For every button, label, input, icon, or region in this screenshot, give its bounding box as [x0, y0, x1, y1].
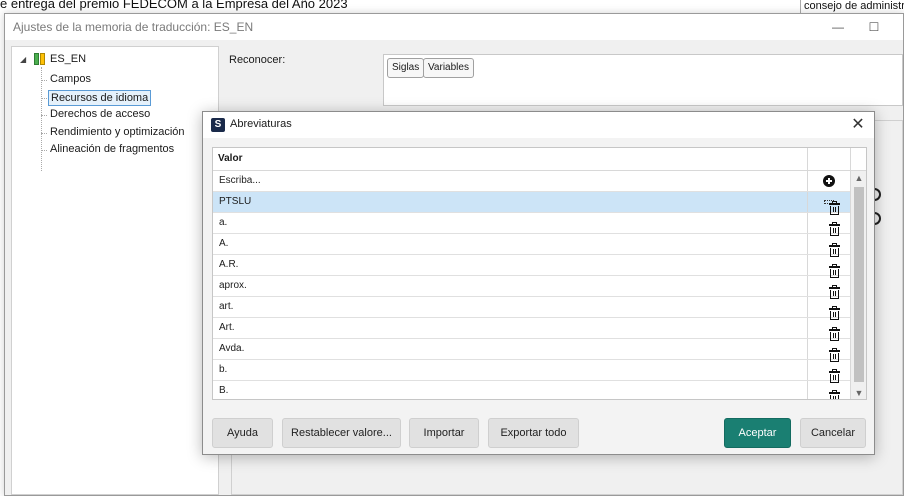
- table-row[interactable]: Art.: [213, 318, 850, 341]
- reset-values-button[interactable]: Restablecer valore...: [282, 418, 401, 448]
- abbreviation-value[interactable]: Avda.: [213, 339, 807, 359]
- tree-guide-line: [41, 67, 42, 171]
- background-heading-text: e entrega del premio FEDECOM a la Empres…: [0, 0, 348, 11]
- delete-entry-button[interactable]: [807, 234, 850, 257]
- tree-guide-branch: [41, 133, 47, 134]
- new-entry-row: Escriba...: [213, 171, 850, 192]
- abbreviation-value[interactable]: Art.: [213, 318, 807, 338]
- delete-entry-button[interactable]: [807, 318, 850, 341]
- table-row[interactable]: b.: [213, 360, 850, 383]
- tree-guide-branch: [41, 115, 47, 116]
- tag-siglas[interactable]: Siglas: [387, 58, 425, 78]
- dialog-titlebar[interactable]: S Abreviaturas ✕: [203, 112, 874, 138]
- tag-variables[interactable]: Variables: [423, 58, 474, 78]
- tree-root-item[interactable]: ◢ ES_EN: [20, 53, 86, 65]
- abbreviation-value[interactable]: b.: [213, 360, 807, 380]
- tree-item-recursos-de-idioma[interactable]: Recursos de idioma: [48, 90, 152, 106]
- maximize-icon[interactable]: ☐: [863, 18, 885, 36]
- table-row[interactable]: A.: [213, 234, 850, 257]
- add-entry-button[interactable]: [807, 171, 850, 191]
- delete-entry-button[interactable]: [807, 360, 850, 383]
- delete-entry-button[interactable]: [807, 255, 850, 278]
- table-row[interactable]: PTSLU: [213, 192, 850, 215]
- tree-guide-branch: [41, 80, 47, 81]
- delete-entry-button[interactable]: [807, 339, 850, 362]
- scroll-up-icon[interactable]: ▲: [851, 171, 866, 185]
- import-button[interactable]: Importar: [409, 418, 479, 448]
- tree-item-derechos-de-acceso[interactable]: Derechos de acceso: [48, 107, 152, 123]
- dialog-title: Abreviaturas: [230, 118, 292, 130]
- reconocer-label: Reconocer:: [229, 54, 286, 66]
- tree-collapse-icon[interactable]: ◢: [20, 55, 30, 64]
- tree-item-campos[interactable]: Campos: [48, 72, 93, 88]
- tree-item-alineacion[interactable]: Alineación de fragmentos: [48, 142, 176, 158]
- abbreviation-value[interactable]: A.: [213, 234, 807, 254]
- table-row[interactable]: A.R.: [213, 255, 850, 278]
- new-entry-input[interactable]: Escriba...: [213, 171, 807, 191]
- tree-guide-branch: [41, 150, 47, 151]
- tree-root-label: ES_EN: [50, 53, 87, 65]
- export-all-button[interactable]: Exportar todo: [488, 418, 579, 448]
- column-header-valor[interactable]: Valor: [218, 153, 242, 164]
- scroll-down-icon[interactable]: ▼: [851, 386, 866, 399]
- abbreviation-value[interactable]: art.: [213, 297, 807, 317]
- delete-entry-button[interactable]: [807, 276, 850, 299]
- cancel-button[interactable]: Cancelar: [800, 418, 866, 448]
- table-row[interactable]: B.: [213, 381, 850, 399]
- abreviaturas-dialog: S Abreviaturas ✕ Valor Escriba... PTSLU a…: [202, 111, 875, 455]
- vertical-scrollbar[interactable]: ▲ ▼: [850, 171, 866, 399]
- background-cell-text: consejo de administrac: [800, 0, 904, 14]
- abbreviation-value[interactable]: PTSLU: [213, 192, 807, 212]
- grid-header-actions: [807, 148, 850, 171]
- grid-header-corner: [850, 148, 866, 171]
- help-button[interactable]: Ayuda: [212, 418, 273, 448]
- window-title: Ajustes de la memoria de traducción: ES_…: [13, 20, 254, 34]
- plus-circle-icon: [823, 175, 835, 187]
- table-row[interactable]: art.: [213, 297, 850, 320]
- delete-entry-button[interactable]: [807, 381, 850, 399]
- abbreviation-value[interactable]: aprox.: [213, 276, 807, 296]
- abbreviation-value[interactable]: A.R.: [213, 255, 807, 275]
- accept-button[interactable]: Aceptar: [724, 418, 791, 448]
- tree-item-rendimiento[interactable]: Rendimiento y optimización: [48, 125, 187, 141]
- abbreviations-grid: Valor Escriba... PTSLU a. A. A.R. aprox. art.…: [212, 147, 867, 400]
- table-row[interactable]: a.: [213, 213, 850, 236]
- delete-entry-button[interactable]: [807, 192, 850, 215]
- close-icon[interactable]: ✕: [848, 115, 868, 135]
- minimize-icon[interactable]: —: [827, 18, 849, 36]
- delete-entry-button[interactable]: [807, 213, 850, 236]
- translation-memory-icon: [34, 53, 46, 65]
- abbreviation-value[interactable]: a.: [213, 213, 807, 233]
- scrollbar-thumb[interactable]: [854, 187, 864, 382]
- settings-tree: ◢ ES_EN Campos Recursos de idioma Derech…: [11, 46, 219, 495]
- tree-guide-branch: [41, 98, 47, 99]
- grid-header: Valor: [213, 148, 807, 171]
- table-row[interactable]: Avda.: [213, 339, 850, 362]
- table-row[interactable]: aprox.: [213, 276, 850, 299]
- abbreviation-value[interactable]: B.: [213, 381, 807, 399]
- app-logo-icon: S: [211, 118, 225, 132]
- reconocer-tag-box[interactable]: Siglas Variables: [383, 54, 903, 106]
- window-titlebar[interactable]: Ajustes de la memoria de traducción: ES_…: [5, 14, 903, 40]
- delete-entry-button[interactable]: [807, 297, 850, 320]
